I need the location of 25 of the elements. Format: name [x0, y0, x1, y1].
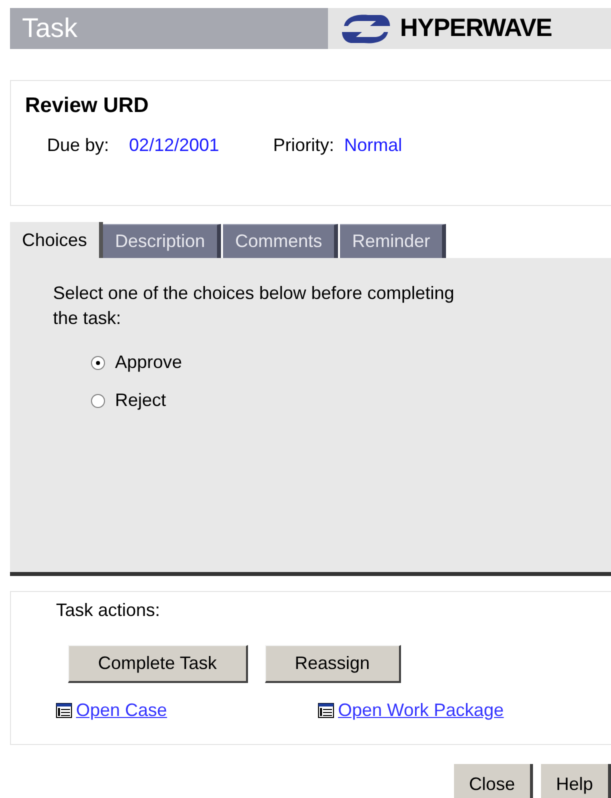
due-label: Due by:: [47, 134, 110, 157]
priority-value: Normal: [344, 134, 402, 156]
footer-button[interactable]: Help: [540, 764, 611, 798]
action-button[interactable]: Complete Task: [68, 645, 248, 683]
list-window-icon: [56, 703, 72, 718]
radio-label: Approve: [115, 351, 182, 374]
tab[interactable]: Comments: [223, 224, 338, 258]
radio-button[interactable]: [91, 356, 105, 370]
page-title: Task: [22, 12, 78, 46]
action-button[interactable]: Reassign: [264, 645, 401, 683]
radio-button[interactable]: [91, 394, 105, 408]
due-date: 02/12/2001: [129, 134, 220, 156]
logo-text: HYPERWAVE: [400, 12, 552, 44]
tab[interactable]: Reminder: [340, 224, 446, 258]
link[interactable]: Open Case: [76, 697, 168, 724]
tab[interactable]: Choices: [10, 222, 104, 258]
footer-button[interactable]: Close: [454, 764, 533, 798]
actions-title: Task actions:: [56, 599, 162, 622]
task-name: Review URD: [25, 93, 150, 119]
priority-label: Priority:: [273, 134, 334, 157]
instruction-text: Select one of the choices below before completing the task:: [53, 282, 456, 330]
radio-label: Reject: [115, 389, 166, 412]
link[interactable]: Open Work Package: [338, 697, 504, 724]
list-window-icon: [318, 703, 334, 718]
tab[interactable]: Description: [103, 224, 222, 258]
